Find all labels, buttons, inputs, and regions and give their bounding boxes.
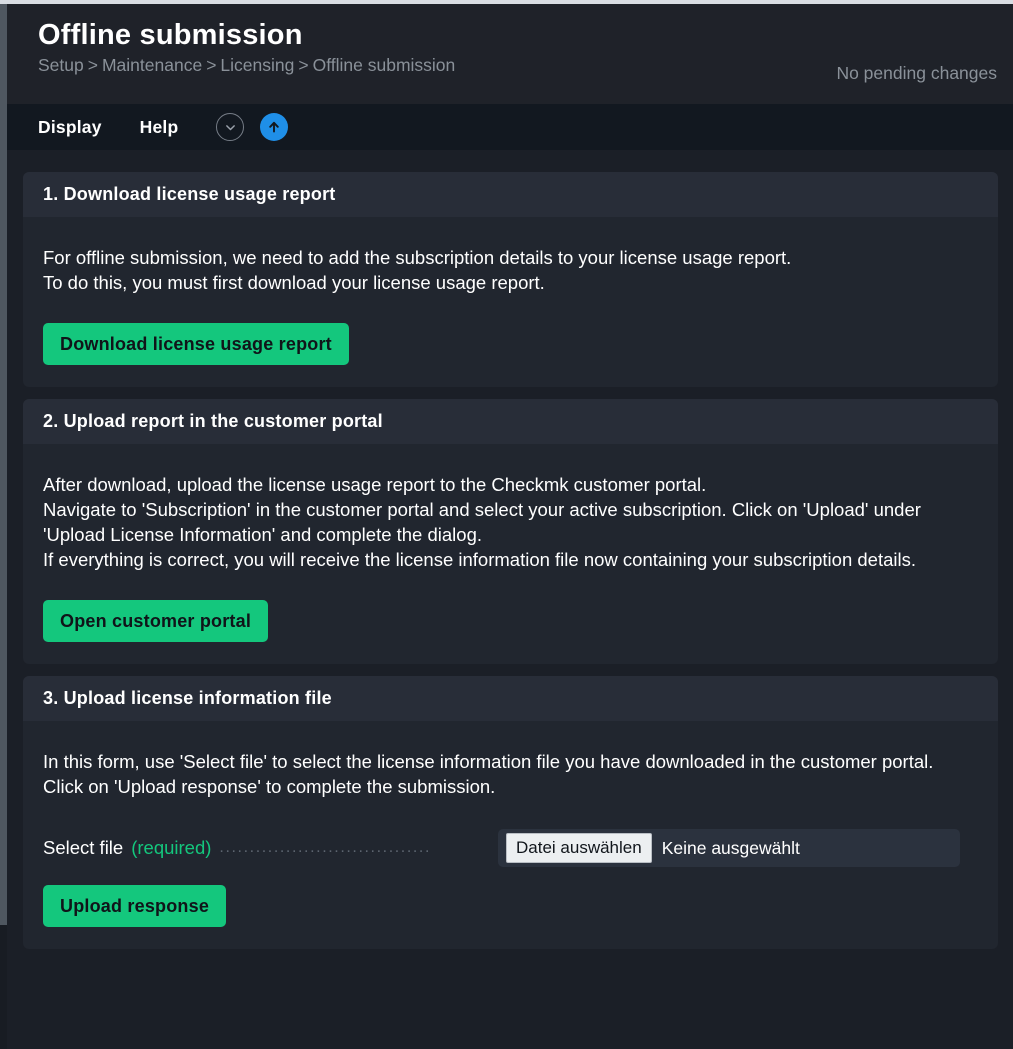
menu-item-help[interactable]: Help [140, 117, 179, 138]
section-description: After download, upload the license usage… [43, 474, 921, 570]
page-title: Offline submission [38, 19, 303, 51]
breadcrumb-item-maintenance[interactable]: Maintenance [102, 55, 202, 75]
upload-response-button[interactable]: Upload response [43, 885, 227, 927]
section-heading: 2. Upload report in the customer portal [23, 399, 998, 444]
breadcrumb-item-setup[interactable]: Setup [38, 55, 84, 75]
section-body: For offline submission, we need to add t… [23, 217, 998, 387]
upload-arrow-icon[interactable] [260, 113, 289, 141]
breadcrumb-item-offline-submission[interactable]: Offline submission [313, 55, 456, 75]
breadcrumb-separator: > [206, 55, 217, 75]
menu-item-display[interactable]: Display [38, 117, 102, 138]
section-description: In this form, use 'Select file' to selec… [43, 751, 934, 797]
section-upload-report-customer-portal: 2. Upload report in the customer portal … [23, 399, 998, 664]
app-root: Offline submission Setup > Maintenance > Lic… [7, 4, 1013, 1049]
section-description: For offline submission, we need to add t… [43, 247, 792, 293]
section-upload-license-information-file: 3. Upload license information file In th… [23, 676, 998, 949]
menu-bar: Display Help [7, 104, 1013, 150]
breadcrumb-separator: > [87, 55, 98, 75]
chevron-down-icon[interactable] [216, 113, 245, 141]
page-scrollbar[interactable] [0, 4, 7, 925]
breadcrumb-item-licensing[interactable]: Licensing [220, 55, 294, 75]
section-heading: 3. Upload license information file [23, 676, 998, 721]
selected-file-name: Keine ausgewählt [661, 837, 800, 858]
page-content: 1. Download license usage report For off… [7, 150, 1013, 949]
choose-file-button[interactable]: Datei auswählen [506, 832, 652, 864]
upload-response-row: Upload response [43, 885, 978, 927]
file-input[interactable]: Datei auswählen Keine ausgewählt [498, 829, 960, 867]
label-leader-dots: ................................... [219, 839, 432, 856]
download-license-usage-report-button[interactable]: Download license usage report [43, 323, 349, 365]
open-customer-portal-button[interactable]: Open customer portal [43, 600, 269, 642]
select-file-label: Select file [43, 837, 124, 858]
section-heading: 1. Download license usage report [23, 172, 998, 217]
section-body: In this form, use 'Select file' to selec… [23, 721, 998, 949]
page-header: Offline submission Setup > Maintenance > Lic… [7, 4, 1013, 104]
required-marker: (required) [131, 837, 212, 858]
section-body: After download, upload the license usage… [23, 444, 998, 664]
pending-changes-status[interactable]: No pending changes [836, 62, 997, 84]
select-file-label-cell: Select file (required) .................… [43, 837, 498, 859]
breadcrumb-separator: > [298, 55, 309, 75]
section-download-license-usage-report: 1. Download license usage report For off… [23, 172, 998, 387]
select-file-form-row: Select file (required) .................… [43, 829, 978, 867]
